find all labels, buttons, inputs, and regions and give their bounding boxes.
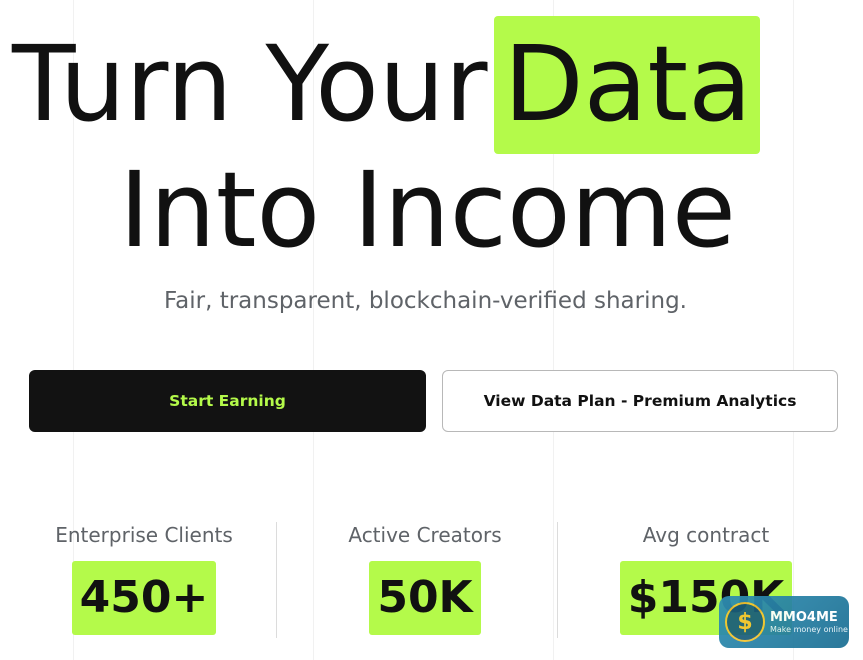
hero-line-1: Turn Your Data bbox=[12, 16, 863, 154]
stat-active-creators: Active Creators 50K bbox=[285, 520, 565, 635]
watermark-logo: $ MMO4ME Make money online bbox=[719, 596, 849, 648]
stat-label: Avg contract bbox=[642, 523, 770, 547]
stat-divider bbox=[557, 522, 558, 638]
stat-enterprise-clients: Enterprise Clients 450+ bbox=[4, 520, 284, 635]
hero-line-2: Into Income bbox=[119, 149, 736, 271]
start-earning-button[interactable]: Start Earning bbox=[29, 370, 426, 432]
hero-line-1-text: Turn Your bbox=[12, 23, 488, 145]
stat-value: 450+ bbox=[71, 561, 217, 635]
watermark-title: MMO4ME bbox=[770, 609, 838, 625]
stat-divider bbox=[276, 522, 277, 638]
watermark-subtitle: Make money online bbox=[770, 624, 848, 634]
watermark-text: MMO4ME Make money online bbox=[770, 610, 848, 635]
stat-label: Active Creators bbox=[348, 523, 502, 547]
hero-subtitle: Fair, transparent, blockchain-verified s… bbox=[164, 288, 687, 314]
view-data-plan-button[interactable]: View Data Plan - Premium Analytics bbox=[442, 370, 838, 432]
stat-value: 50K bbox=[369, 561, 481, 635]
stat-label: Enterprise Clients bbox=[55, 523, 233, 547]
hero-highlight-word: Data bbox=[493, 16, 760, 154]
dollar-coin-icon: $ bbox=[725, 602, 765, 642]
